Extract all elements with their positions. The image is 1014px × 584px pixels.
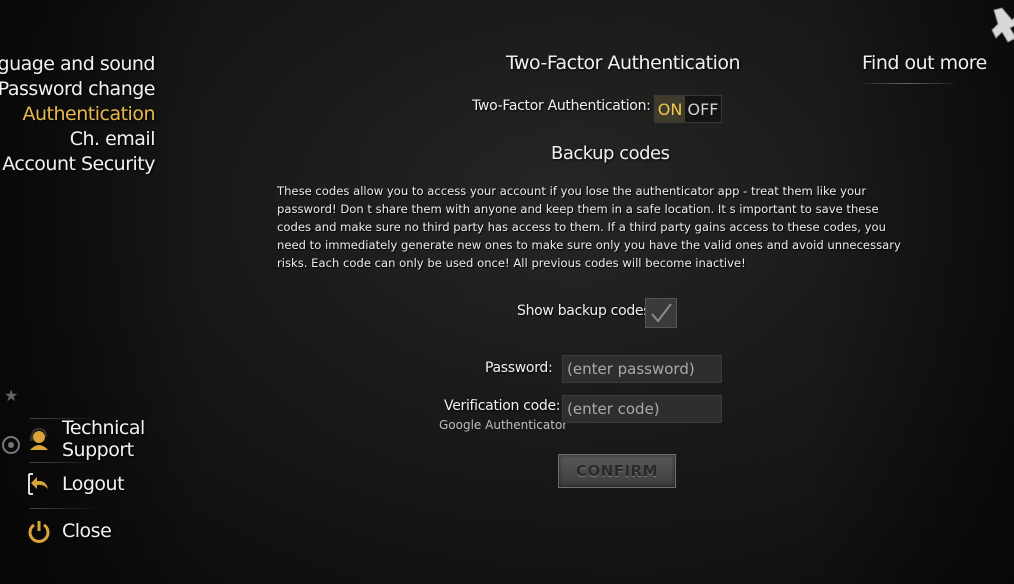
google-authenticator-sublabel: Google Authenticator — [439, 418, 568, 432]
logout-label: Logout — [62, 473, 125, 495]
star-icon: ★ — [4, 386, 19, 405]
logout-button[interactable]: Logout — [26, 462, 186, 506]
close-label: Close — [62, 520, 112, 542]
show-backup-codes-checkbox[interactable] — [645, 298, 677, 328]
password-label: Password: — [485, 360, 553, 376]
toggle-off-option[interactable]: OFF — [685, 96, 721, 122]
toggle-on-option[interactable]: ON — [655, 96, 685, 122]
checkmark-icon — [651, 303, 672, 323]
show-backup-codes-label: Show backup codes: — [517, 303, 655, 319]
verification-code-input[interactable]: (enter code) — [562, 395, 722, 423]
verification-code-label: Verification code: — [444, 398, 561, 414]
close-button[interactable]: Close — [26, 509, 186, 553]
headset-icon — [26, 426, 52, 452]
logout-arrow-icon — [26, 471, 52, 497]
power-icon — [26, 518, 52, 544]
sidebar-item-password-change[interactable]: Password change — [0, 78, 156, 100]
divider — [862, 83, 954, 84]
sidebar-item-language-sound[interactable]: Language and sound — [0, 53, 156, 75]
sidebar-item-authentication[interactable]: Authentication — [23, 103, 156, 125]
backup-codes-title: Backup codes — [551, 143, 670, 164]
technical-support-button[interactable]: Technical Support — [26, 417, 186, 461]
technical-support-label: Technical Support — [62, 417, 145, 461]
close-x-icon[interactable] — [990, 4, 1014, 44]
backup-codes-description: These codes allow you to access your acc… — [277, 184, 901, 270]
twofa-toggle[interactable]: ON OFF — [654, 95, 722, 123]
sidebar-item-change-email[interactable]: Ch. email — [70, 128, 156, 150]
password-input[interactable]: (enter password) — [562, 355, 722, 383]
sidebar-item-account-security[interactable]: Account Security — [2, 153, 155, 175]
confirm-button[interactable]: CONFIRM — [558, 454, 676, 488]
find-out-more-link[interactable]: Find out more — [862, 52, 987, 74]
gear-icon — [0, 434, 24, 456]
twofa-label: Two-Factor Authentication: — [472, 98, 651, 114]
page-title: Two-Factor Authentication — [506, 52, 741, 74]
